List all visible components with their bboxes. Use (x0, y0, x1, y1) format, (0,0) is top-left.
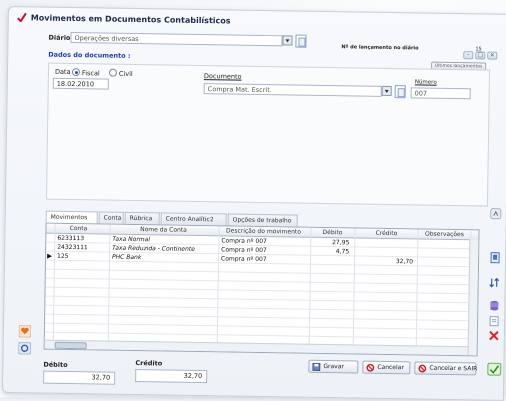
documento-label: Documento (204, 72, 242, 81)
cancel-icon (366, 364, 374, 372)
gravar-label: Gravar (323, 363, 344, 370)
row3-obs[interactable] (418, 257, 470, 267)
main-window: Movimentos em Documentos Contabilísticos… (2, 6, 506, 401)
grid-rule (45, 305, 477, 313)
diario-dropdown-button[interactable] (282, 35, 292, 45)
lancamento-label: Nº de lançamento no diário (341, 44, 418, 51)
cancel-exit-icon (418, 364, 426, 372)
documento-dropdown-button[interactable] (382, 86, 392, 96)
refresh-icon[interactable] (19, 342, 31, 354)
credito-total-label: Crédito (135, 359, 162, 367)
date-field[interactable]: 18.02.2010 (53, 78, 109, 90)
civil-radio[interactable]: Civil (109, 69, 133, 78)
col-conta[interactable]: Conta (54, 224, 102, 234)
movements-grid[interactable]: Conta Nome da Conta Descrição do movimen… (44, 223, 480, 357)
close-icon[interactable]: × (487, 52, 497, 60)
tab-rubrica[interactable]: Rúbrica (125, 212, 160, 225)
sort-icon[interactable] (489, 277, 501, 289)
grid-rule (45, 296, 477, 304)
window-title: Movimentos em Documentos Contabilísticos (31, 13, 231, 25)
cancelar-sair-button[interactable]: Cancelar e SAIR (414, 361, 476, 375)
debito-total-label: Débito (43, 361, 67, 369)
row3-conta[interactable]: 125 (55, 252, 109, 262)
debito-total-field: 32,70 (43, 371, 115, 385)
grid-rule (46, 269, 478, 277)
data-label: Data (55, 68, 71, 76)
confirm-icon[interactable] (487, 363, 501, 376)
cancelar-button[interactable]: Cancelar (362, 361, 410, 375)
document-panel: Data Fiscal Civil 18.02.2010 Documento C… (46, 63, 490, 207)
new-line-icon[interactable] (488, 315, 500, 327)
database-icon[interactable] (488, 300, 500, 312)
delete-line-icon[interactable] (488, 330, 500, 342)
current-row-arrow-icon (47, 254, 52, 259)
horizontal-scrollbar[interactable] (45, 340, 469, 356)
tab-centro-analitico[interactable]: Centro Analític2 (161, 212, 227, 225)
maximize-icon[interactable]: □ (475, 51, 485, 59)
numero-field[interactable]: 007 (411, 87, 471, 99)
col-debito[interactable]: Débito (312, 228, 352, 238)
heart-icon[interactable] (19, 325, 31, 337)
tab-conta[interactable]: Conta (99, 211, 124, 223)
numero-label: Número (415, 79, 437, 85)
fiscal-radio[interactable]: Fiscal (72, 68, 100, 77)
diario-open-icon[interactable] (295, 35, 306, 48)
documento-open-icon[interactable] (395, 85, 406, 98)
diario-field[interactable]: Operações diversas (70, 32, 282, 46)
col-nome-conta[interactable]: Nome da Conta (110, 225, 216, 236)
edit-record-icon[interactable] (489, 252, 501, 264)
grid-rule (46, 287, 478, 295)
row3-descricao[interactable]: Compra nº 007 (219, 254, 309, 264)
dados-documento-label: Dados do documento : (48, 51, 130, 60)
save-icon (312, 363, 320, 371)
minimize-icon[interactable]: – (463, 51, 473, 59)
row3-credito[interactable]: 32,70 (355, 256, 415, 266)
tab-opcoes-trabalho[interactable]: Opções de trabalho (228, 213, 298, 226)
cancelar-label: Cancelar (377, 364, 404, 371)
fiscal-label: Fiscal (82, 69, 100, 77)
grid-rule (45, 323, 477, 331)
fiscal-radio-dot[interactable] (72, 68, 80, 76)
scroll-thumb[interactable] (55, 342, 87, 350)
row3-nome[interactable]: PHC Bank (110, 253, 218, 264)
col-observacoes[interactable]: Observações (418, 229, 470, 239)
vertical-scrollbar[interactable] (468, 239, 479, 355)
grid-rule (45, 314, 477, 322)
col-credito[interactable]: Crédito (356, 229, 416, 239)
col-descricao[interactable]: Descrição do movimento (219, 226, 307, 236)
credito-total-field: 32,70 (135, 369, 207, 383)
civil-label: Civil (119, 70, 133, 78)
cancelar-sair-label: Cancelar e SAIR (429, 365, 477, 373)
app-logo-icon (17, 12, 27, 22)
attach-icon[interactable] (490, 208, 502, 220)
diario-label: Diário (48, 34, 70, 42)
gravar-button[interactable]: Gravar (308, 360, 358, 374)
grid-rule (45, 332, 477, 340)
row3-debito[interactable] (311, 256, 351, 266)
civil-radio-dot[interactable] (109, 69, 117, 77)
grid-rule (46, 278, 478, 286)
documento-field[interactable]: Compra Mat. Escrit. (204, 83, 382, 97)
